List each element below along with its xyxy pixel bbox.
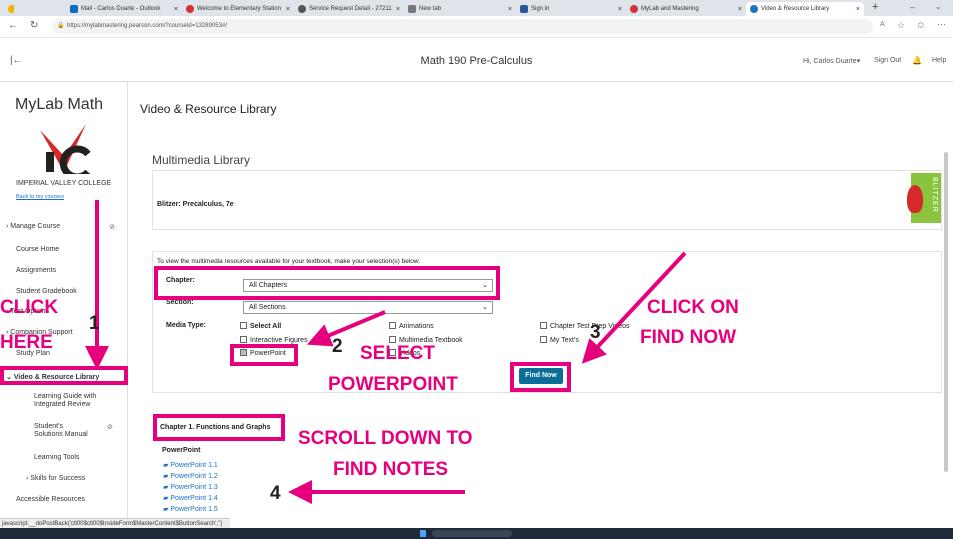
taskbar-search[interactable] <box>432 530 512 537</box>
annotation-click: CLICK <box>0 297 59 318</box>
highlight-find-now <box>510 362 571 392</box>
annotation-step-1: 1 <box>89 313 100 334</box>
highlight-chapter-heading <box>153 414 285 441</box>
start-icon[interactable] <box>420 530 426 537</box>
annotation-find-notes: FIND NOTES <box>333 459 449 480</box>
annotation-select: SELECT <box>360 343 435 364</box>
highlight-chapter <box>154 266 500 300</box>
status-bar: javascript:__doPostBack('ctl00$ctl00$Ins… <box>0 518 230 528</box>
annotation-scroll-down: SCROLL DOWN TO <box>298 428 473 449</box>
highlight-powerpoint <box>230 344 298 366</box>
annotation-step-4: 4 <box>270 483 281 504</box>
annotation-find-now: FIND NOW <box>640 327 737 348</box>
annotation-step-2: 2 <box>332 336 343 357</box>
annotation-step-3: 3 <box>590 322 601 343</box>
annotation-click-on: CLICK ON <box>647 297 739 318</box>
annotation-here: HERE <box>0 332 53 353</box>
annotation-powerpoint: POWERPOINT <box>328 374 458 395</box>
highlight-library <box>0 366 128 385</box>
arrow-to-powerpoint <box>306 310 386 347</box>
os-taskbar <box>0 528 953 539</box>
